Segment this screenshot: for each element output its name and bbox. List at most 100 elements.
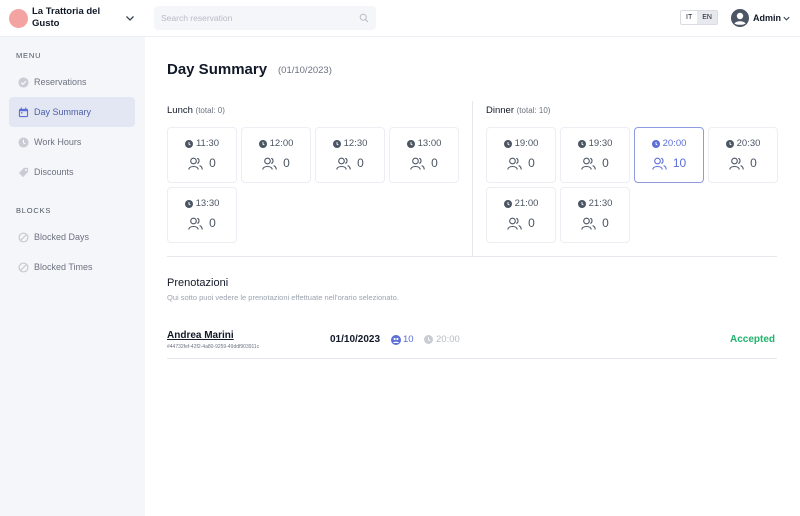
search-bar bbox=[154, 6, 376, 30]
slot-time: 19:30 bbox=[588, 138, 613, 149]
clock-icon bbox=[18, 136, 29, 148]
slot-count: 0 bbox=[283, 156, 290, 170]
page-date: (01/10/2023) bbox=[278, 65, 332, 76]
sidebar-item-label: Blocked Days bbox=[34, 232, 90, 242]
people-icon bbox=[729, 157, 744, 170]
booking-id: #44732fef-42f2-4a80-9259-49ddf903911c bbox=[167, 344, 260, 350]
time-slot-dinner-2130[interactable]: 21:30 0 bbox=[560, 187, 630, 243]
sidebar-item-label: Reservations bbox=[34, 77, 87, 87]
sidebar-item-label: Blocked Times bbox=[34, 262, 93, 272]
sidebar-section-blocks: BLOCKS bbox=[16, 206, 52, 215]
dinner-label: Dinner bbox=[486, 105, 514, 116]
user-avatar-icon bbox=[731, 9, 749, 27]
lunch-label: Lunch bbox=[167, 105, 193, 116]
calendar-icon bbox=[18, 107, 29, 117]
column-divider bbox=[472, 101, 473, 257]
slot-count: 0 bbox=[431, 156, 438, 170]
slot-count: 0 bbox=[209, 216, 216, 230]
sidebar-item-blocked-days[interactable]: Blocked Days bbox=[9, 222, 135, 252]
time-slot-lunch-1330[interactable]: 13:30 0 bbox=[167, 187, 237, 243]
tag-icon bbox=[18, 167, 29, 177]
user-menu[interactable]: Admin bbox=[731, 9, 791, 27]
lunch-total: (total: 0) bbox=[195, 106, 225, 115]
restaurant-name: La Trattoria del Gusto bbox=[32, 6, 101, 29]
section-divider bbox=[167, 256, 777, 257]
status-badge: Accepted bbox=[729, 334, 775, 345]
restaurant-switcher[interactable]: La Trattoria del Gusto bbox=[0, 0, 145, 37]
time-slot-dinner-2000[interactable]: 20:00 10 bbox=[634, 127, 704, 183]
bookings-title: Prenotazioni bbox=[167, 277, 229, 289]
booking-guests-count: 10 bbox=[403, 334, 414, 345]
people-icon bbox=[652, 157, 667, 170]
people-icon bbox=[262, 157, 277, 170]
time-slot-dinner-2100[interactable]: 21:00 0 bbox=[486, 187, 556, 243]
sidebar-item-day-summary[interactable]: Day Summary bbox=[9, 97, 135, 127]
booking-guests: 10 bbox=[391, 334, 414, 345]
main-content: Day Summary (01/10/2023) Lunch (total: 0… bbox=[145, 37, 800, 516]
time-slot-dinner-1900[interactable]: 19:00 0 bbox=[486, 127, 556, 183]
sidebar-item-work-hours[interactable]: Work Hours bbox=[9, 127, 135, 157]
people-icon bbox=[507, 157, 522, 170]
slot-time: 19:00 bbox=[514, 138, 539, 149]
top-bar: La Trattoria del Gusto IT EN Admin bbox=[0, 0, 800, 37]
lang-it-button[interactable]: IT bbox=[681, 11, 697, 24]
clock-icon bbox=[725, 139, 734, 148]
clock-icon bbox=[258, 139, 267, 148]
slot-count: 10 bbox=[672, 156, 687, 170]
time-slot-dinner-1930[interactable]: 19:30 0 bbox=[560, 127, 630, 183]
people-icon bbox=[336, 157, 351, 170]
slot-count: 0 bbox=[750, 156, 757, 170]
ban-icon bbox=[18, 231, 29, 243]
slot-time: 13:30 bbox=[195, 198, 220, 209]
time-slot-lunch-1200[interactable]: 12:00 0 bbox=[241, 127, 311, 183]
people-icon bbox=[507, 217, 522, 230]
clock-icon bbox=[406, 139, 415, 148]
people-icon bbox=[188, 157, 203, 170]
clock-icon bbox=[184, 139, 193, 148]
booking-date: 01/10/2023 bbox=[330, 334, 381, 345]
dinner-header: Dinner (total: 10) bbox=[486, 105, 550, 116]
chevron-down-icon[interactable] bbox=[124, 12, 136, 24]
slot-time: 12:00 bbox=[269, 138, 294, 149]
time-slot-lunch-1230[interactable]: 12:30 0 bbox=[315, 127, 385, 183]
time-slot-lunch-1130[interactable]: 11:30 0 bbox=[167, 127, 237, 183]
sidebar-item-discounts[interactable]: Discounts bbox=[9, 157, 135, 187]
sidebar-item-label: Work Hours bbox=[34, 137, 82, 147]
slot-time: 20:00 bbox=[662, 138, 687, 149]
slot-time: 13:00 bbox=[417, 138, 442, 149]
sidebar-item-label: Discounts bbox=[34, 167, 74, 177]
clock-icon bbox=[503, 139, 512, 148]
slot-time: 11:30 bbox=[195, 138, 220, 149]
slot-count: 0 bbox=[528, 216, 535, 230]
clock-icon bbox=[577, 199, 586, 208]
clock-icon bbox=[503, 199, 512, 208]
ban-icon bbox=[18, 261, 29, 273]
search-icon[interactable] bbox=[359, 13, 369, 23]
user-name: Admin bbox=[753, 13, 781, 23]
slot-time: 12:30 bbox=[343, 138, 368, 149]
restaurant-logo bbox=[9, 8, 28, 28]
booking-time-value: 20:00 bbox=[436, 334, 460, 345]
slot-count: 0 bbox=[357, 156, 364, 170]
people-icon bbox=[581, 217, 596, 230]
sidebar-section-menu: MENU bbox=[16, 51, 42, 60]
slot-time: 21:30 bbox=[588, 198, 613, 209]
search-input[interactable] bbox=[161, 13, 359, 23]
guests-icon bbox=[391, 334, 401, 345]
booking-customer-name[interactable]: Andrea Marini bbox=[167, 330, 234, 341]
sidebar-item-reservations[interactable]: Reservations bbox=[9, 67, 135, 97]
bookings-subtitle: Qui sotto puoi vedere le prenotazioni ef… bbox=[167, 293, 399, 302]
check-circle-icon bbox=[18, 76, 29, 88]
clock-icon bbox=[577, 139, 586, 148]
clock-icon bbox=[651, 139, 660, 148]
lang-en-button[interactable]: EN bbox=[697, 11, 717, 24]
dinner-total: (total: 10) bbox=[516, 106, 551, 115]
page-title: Day Summary bbox=[167, 61, 268, 78]
time-slot-lunch-1300[interactable]: 13:00 0 bbox=[389, 127, 459, 183]
sidebar-item-blocked-times[interactable]: Blocked Times bbox=[9, 252, 135, 282]
lunch-header: Lunch (total: 0) bbox=[167, 105, 225, 116]
chevron-down-icon[interactable] bbox=[782, 14, 791, 23]
slot-count: 0 bbox=[602, 216, 609, 230]
time-slot-dinner-2030[interactable]: 20:30 0 bbox=[708, 127, 778, 183]
clock-icon bbox=[332, 139, 341, 148]
